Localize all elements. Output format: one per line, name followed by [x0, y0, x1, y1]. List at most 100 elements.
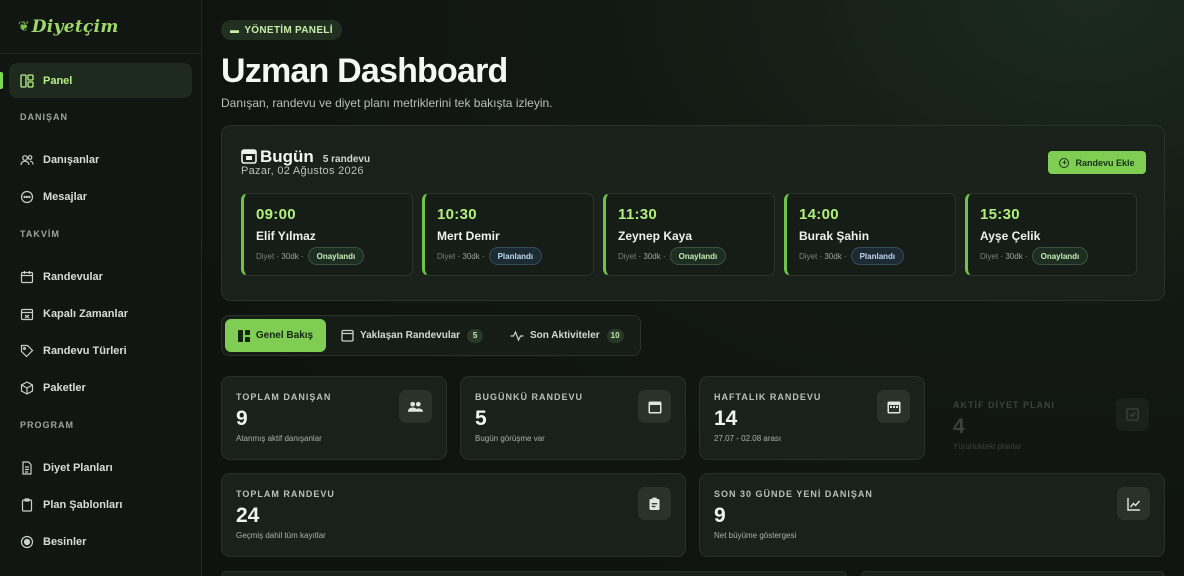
sidebar-item-paketler[interactable]: Paketler	[9, 370, 192, 405]
appointment-duration: 30dk	[643, 251, 661, 261]
appointment-duration: 30dk	[824, 251, 842, 261]
appointment-time: 09:00	[256, 206, 296, 223]
appointment-meta: Diyet · 30dk · Onaylandı	[618, 247, 727, 265]
today-header: Bugün 5 randevu	[241, 146, 370, 167]
dashboard-tabs: Genel Bakış Yaklaşan Randevular 5 Son Ak…	[221, 315, 641, 356]
panel-icon: ▬	[230, 25, 240, 35]
sidebar-item-besinler[interactable]: Besinler	[9, 524, 192, 559]
tab-yaklasan-randevular[interactable]: Yaklaşan Randevular 5	[341, 319, 484, 352]
today-date: Pazar, 02 Ağustos 2026	[241, 165, 364, 177]
sidebar-item-mesajlar[interactable]: Mesajlar	[9, 179, 192, 214]
section-badge: ▬ YÖNETİM PANELİ	[221, 20, 342, 40]
appointment-card[interactable]: 11:30 Zeynep Kaya Diyet · 30dk · Onaylan…	[603, 193, 775, 276]
trending-up-icon	[1117, 487, 1150, 520]
activity-icon	[510, 330, 524, 342]
stat-desc: 27.07 - 02.08 arası	[714, 434, 782, 443]
appointment-time: 10:30	[437, 206, 477, 223]
section-label-danisan: DANIŞAN	[20, 112, 69, 122]
tab-genel-bakis[interactable]: Genel Bakış	[225, 319, 326, 352]
stat-value: 4	[953, 415, 965, 438]
status-badge: Onaylandı	[669, 247, 727, 265]
status-badge: Onaylandı	[307, 247, 365, 265]
calendar-icon	[241, 148, 257, 164]
sidebar-item-plan-sablonlari[interactable]: Plan Şablonları	[9, 487, 192, 522]
appointment-meta: Diyet · 30dk · Planlandı	[799, 247, 905, 265]
appointment-duration: 30dk	[462, 251, 480, 261]
tab-count-badge: 10	[606, 328, 624, 343]
plus-circle-icon: +	[1059, 157, 1070, 168]
stat-label: AKTİF DİYET PLANI	[953, 400, 1055, 410]
stat-desc: Bugün görüşme var	[475, 434, 545, 443]
tab-son-aktiviteler[interactable]: Son Aktiviteler 10	[510, 319, 624, 352]
calendar-icon	[341, 329, 354, 342]
tab-label: Genel Bakış	[255, 330, 314, 341]
stat-label: SON 30 GÜNDE YENİ DANIŞAN	[714, 489, 873, 499]
sidebar-item-kapali-zamanlar[interactable]: Kapalı Zamanlar	[9, 296, 192, 331]
status-badge: Planlandı	[850, 247, 905, 265]
tag-icon	[20, 344, 34, 358]
add-appointment-button[interactable]: + Randevu Ekle	[1048, 151, 1146, 174]
appointment-meta: Diyet · 30dk · Onaylandı	[256, 247, 365, 265]
sidebar-item-danisanlar[interactable]: Danışanlar	[9, 142, 192, 177]
appointment-type: Diyet	[618, 251, 637, 261]
stat-card-total-appointments: TOPLAM RANDEVU 24 Geçmiş dahil tüm kayıt…	[221, 473, 686, 557]
stat-card-new-clients-30d: SON 30 GÜNDE YENİ DANIŞAN 9 Net büyüme g…	[699, 473, 1165, 557]
stat-card-active-diet-plans: AKTİF DİYET PLANI 4 Yürürlükteki planlar	[938, 384, 1164, 460]
stat-desc: Atanmış aktif danışanlar	[236, 434, 322, 443]
calendar-week-icon	[877, 390, 910, 423]
brand-logo[interactable]: ❦ Diyetçim	[0, 0, 201, 54]
today-title: Bugün	[260, 147, 314, 166]
sidebar-item-label: Diyet Planları	[43, 461, 113, 474]
appointment-type: Diyet	[980, 251, 999, 261]
stat-value: 24	[236, 504, 260, 527]
stat-desc: Geçmiş dahil tüm kayıtlar	[236, 531, 326, 540]
stat-value: 9	[236, 407, 248, 430]
main-content: ▬ YÖNETİM PANELİ Uzman Dashboard Danışan…	[202, 0, 1184, 576]
clipboard-icon	[638, 487, 671, 520]
section-badge-label: YÖNETİM PANELİ	[244, 24, 333, 36]
stat-label: TOPLAM DANIŞAN	[236, 392, 332, 402]
clipboard-icon	[20, 497, 34, 512]
sidebar-item-label: Randevu Türleri	[43, 344, 127, 357]
today-count: 5 randevu	[322, 154, 371, 165]
today-card: Bugün 5 randevu Pazar, 02 Ağustos 2026 +…	[221, 125, 1165, 301]
sidebar-item-label: Panel	[43, 74, 73, 87]
users-icon	[20, 153, 34, 167]
appointment-card[interactable]: 09:00 Elif Yılmaz Diyet · 30dk · Onaylan…	[241, 193, 413, 276]
appointment-card[interactable]: 14:00 Burak Şahin Diyet · 30dk · Planlan…	[784, 193, 956, 276]
stat-desc: Net büyüme göstergesi	[714, 531, 797, 540]
sidebar: ❦ Diyetçim Panel DANIŞAN Danışanlar Mesa…	[0, 0, 202, 576]
page-subtitle: Danışan, randevu ve diyet planı metrikle…	[221, 96, 553, 110]
stat-desc: Yürürlükteki planlar	[953, 442, 1022, 451]
appointment-card[interactable]: 10:30 Mert Demir Diyet · 30dk · Planland…	[422, 193, 594, 276]
stat-label: BUGÜNKÜ RANDEVU	[475, 392, 584, 402]
stat-card-total-clients: TOPLAM DANIŞAN 9 Atanmış aktif danışanla…	[221, 376, 447, 460]
stat-card-today-appointments: BUGÜNKÜ RANDEVU 5 Bugün görüşme var	[460, 376, 686, 460]
sidebar-item-randevular[interactable]: Randevular	[9, 259, 192, 294]
sidebar-item-label: Mesajlar	[43, 190, 88, 203]
appointment-client: Elif Yılmaz	[256, 229, 316, 243]
appointment-meta: Diyet · 30dk · Planlandı	[437, 247, 543, 265]
sidebar-item-randevu-turleri[interactable]: Randevu Türleri	[9, 333, 192, 368]
appointment-card[interactable]: 15:30 Ayşe Çelik Diyet · 30dk · Onayland…	[965, 193, 1137, 276]
leaf-icon: ❦	[18, 18, 30, 34]
sidebar-item-panel[interactable]: Panel	[9, 63, 192, 98]
appointment-client: Ayşe Çelik	[980, 229, 1041, 243]
sidebar-item-diyet-planlari[interactable]: Diyet Planları	[9, 450, 192, 485]
stat-card-weekly-appointments: HAFTALIK RANDEVU 14 27.07 - 02.08 arası	[699, 376, 925, 460]
calendar-icon	[20, 270, 34, 284]
status-badge: Onaylandı	[1031, 247, 1089, 265]
brand-name: Diyetçim	[31, 16, 119, 37]
document-icon	[20, 460, 34, 475]
tab-label: Yaklaşan Randevular	[360, 330, 461, 341]
sidebar-item-label: Danışanlar	[43, 153, 100, 166]
appointment-duration: 30dk	[281, 251, 299, 261]
appointment-type: Diyet	[256, 251, 275, 261]
users-icon	[399, 390, 432, 423]
tab-count-badge: 5	[467, 328, 484, 343]
appointment-duration: 30dk	[1005, 251, 1023, 261]
page-title: Uzman Dashboard	[221, 52, 508, 90]
appointment-type: Diyet	[799, 251, 818, 261]
calendar-blocked-icon	[20, 307, 34, 321]
stat-value: 9	[714, 504, 726, 527]
